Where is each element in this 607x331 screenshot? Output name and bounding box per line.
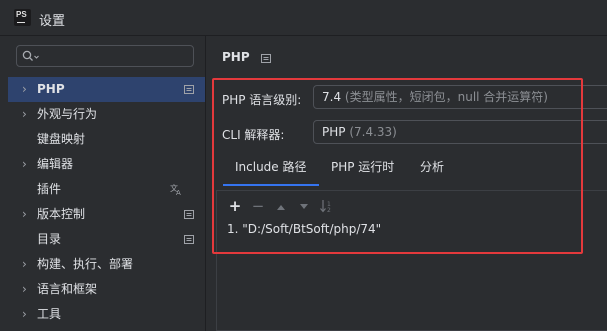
sidebar-item-label: 插件 [37, 182, 62, 196]
settings-scope-icon [184, 85, 194, 94]
sidebar-item-keymap[interactable]: 键盘映射 [8, 127, 205, 152]
sidebar-item-label: 目录 [37, 232, 62, 246]
language-level-label: PHP 语言级别: [222, 93, 302, 107]
sidebar-item-label: 构建、执行、部署 [37, 257, 134, 271]
settings-search-input[interactable] [16, 45, 194, 67]
chevron-right-icon: › [22, 282, 27, 296]
sidebar-item-php[interactable]: › PHP [8, 77, 205, 102]
sidebar-item-label: 版本控制 [37, 207, 86, 221]
phpstorm-logo-icon: PS [14, 9, 31, 26]
cli-interpreter-hint: (7.4.33) [349, 125, 397, 139]
svg-text:A: A [176, 189, 181, 195]
add-icon[interactable]: + [227, 197, 243, 215]
tab-analysis[interactable]: 分析 [420, 154, 444, 186]
move-down-icon[interactable] [296, 197, 312, 215]
sidebar-item-editor[interactable]: › 编辑器 [8, 152, 205, 177]
translate-icon: 文A [170, 183, 181, 195]
sidebar-item-tools[interactable]: › 工具 [8, 302, 205, 327]
sidebar-item-label: 工具 [37, 307, 62, 321]
language-level-value: 7.4 [322, 90, 342, 104]
include-path-panel: + − 12 1. "D:/Soft/BtSoft/php/74" [216, 190, 607, 331]
remove-icon[interactable]: − [250, 197, 266, 215]
cli-interpreter-value: PHP [322, 125, 346, 139]
sidebar-item-label: 键盘映射 [37, 132, 86, 146]
svg-text:2: 2 [327, 207, 331, 213]
window-title: 设置 [39, 14, 66, 29]
chevron-right-icon: › [22, 82, 27, 96]
language-level-hint: (类型属性，短闭包，null 合并运算符) [344, 90, 548, 104]
search-icon [22, 50, 39, 61]
chevron-right-icon: › [22, 107, 27, 121]
sidebar-item-plugins[interactable]: 插件 文A [8, 177, 205, 202]
tab-include-path[interactable]: Include 路径 [223, 154, 318, 186]
cli-interpreter-dropdown[interactable]: PHP (7.4.33) [313, 120, 607, 144]
cli-interpreter-label: CLI 解释器: [222, 128, 285, 142]
settings-scope-icon [184, 210, 194, 219]
settings-scope-icon [261, 54, 271, 63]
title-bar: PS 设置 [0, 0, 607, 36]
sidebar-item-build[interactable]: › 构建、执行、部署 [8, 252, 205, 277]
settings-scope-icon [184, 235, 194, 244]
sort-icon[interactable]: 12 [319, 197, 335, 215]
tab-bar: Include 路径 PHP 运行时 分析 [222, 154, 607, 186]
page-title: PHP [222, 50, 250, 64]
chevron-right-icon: › [22, 257, 27, 271]
chevron-right-icon: › [22, 307, 27, 321]
tab-php-runtime[interactable]: PHP 运行时 [331, 154, 394, 186]
settings-content: PHP PHP 语言级别: 7.4 (类型属性，短闭包，null 合并运算符) … [205, 36, 607, 331]
settings-sidebar: › PHP › 外观与行为 键盘映射 › 编辑器 插件 文A › 版本控制 目录… [0, 36, 205, 331]
sidebar-item-label: 编辑器 [37, 157, 74, 171]
language-level-dropdown[interactable]: 7.4 (类型属性，短闭包，null 合并运算符) [313, 85, 607, 109]
sidebar-item-directories[interactable]: 目录 [8, 227, 205, 252]
chevron-right-icon: › [22, 157, 27, 171]
sidebar-item-languages[interactable]: › 语言和框架 [8, 277, 205, 302]
sidebar-item-appearance[interactable]: › 外观与行为 [8, 102, 205, 127]
chevron-right-icon: › [22, 207, 27, 221]
sidebar-item-vcs[interactable]: › 版本控制 [8, 202, 205, 227]
include-path-item[interactable]: 1. "D:/Soft/BtSoft/php/74" [227, 222, 381, 236]
move-up-icon[interactable] [273, 197, 289, 215]
sidebar-item-label: 语言和框架 [37, 282, 98, 296]
sidebar-item-label: PHP [37, 82, 65, 96]
sidebar-item-label: 外观与行为 [37, 107, 98, 121]
